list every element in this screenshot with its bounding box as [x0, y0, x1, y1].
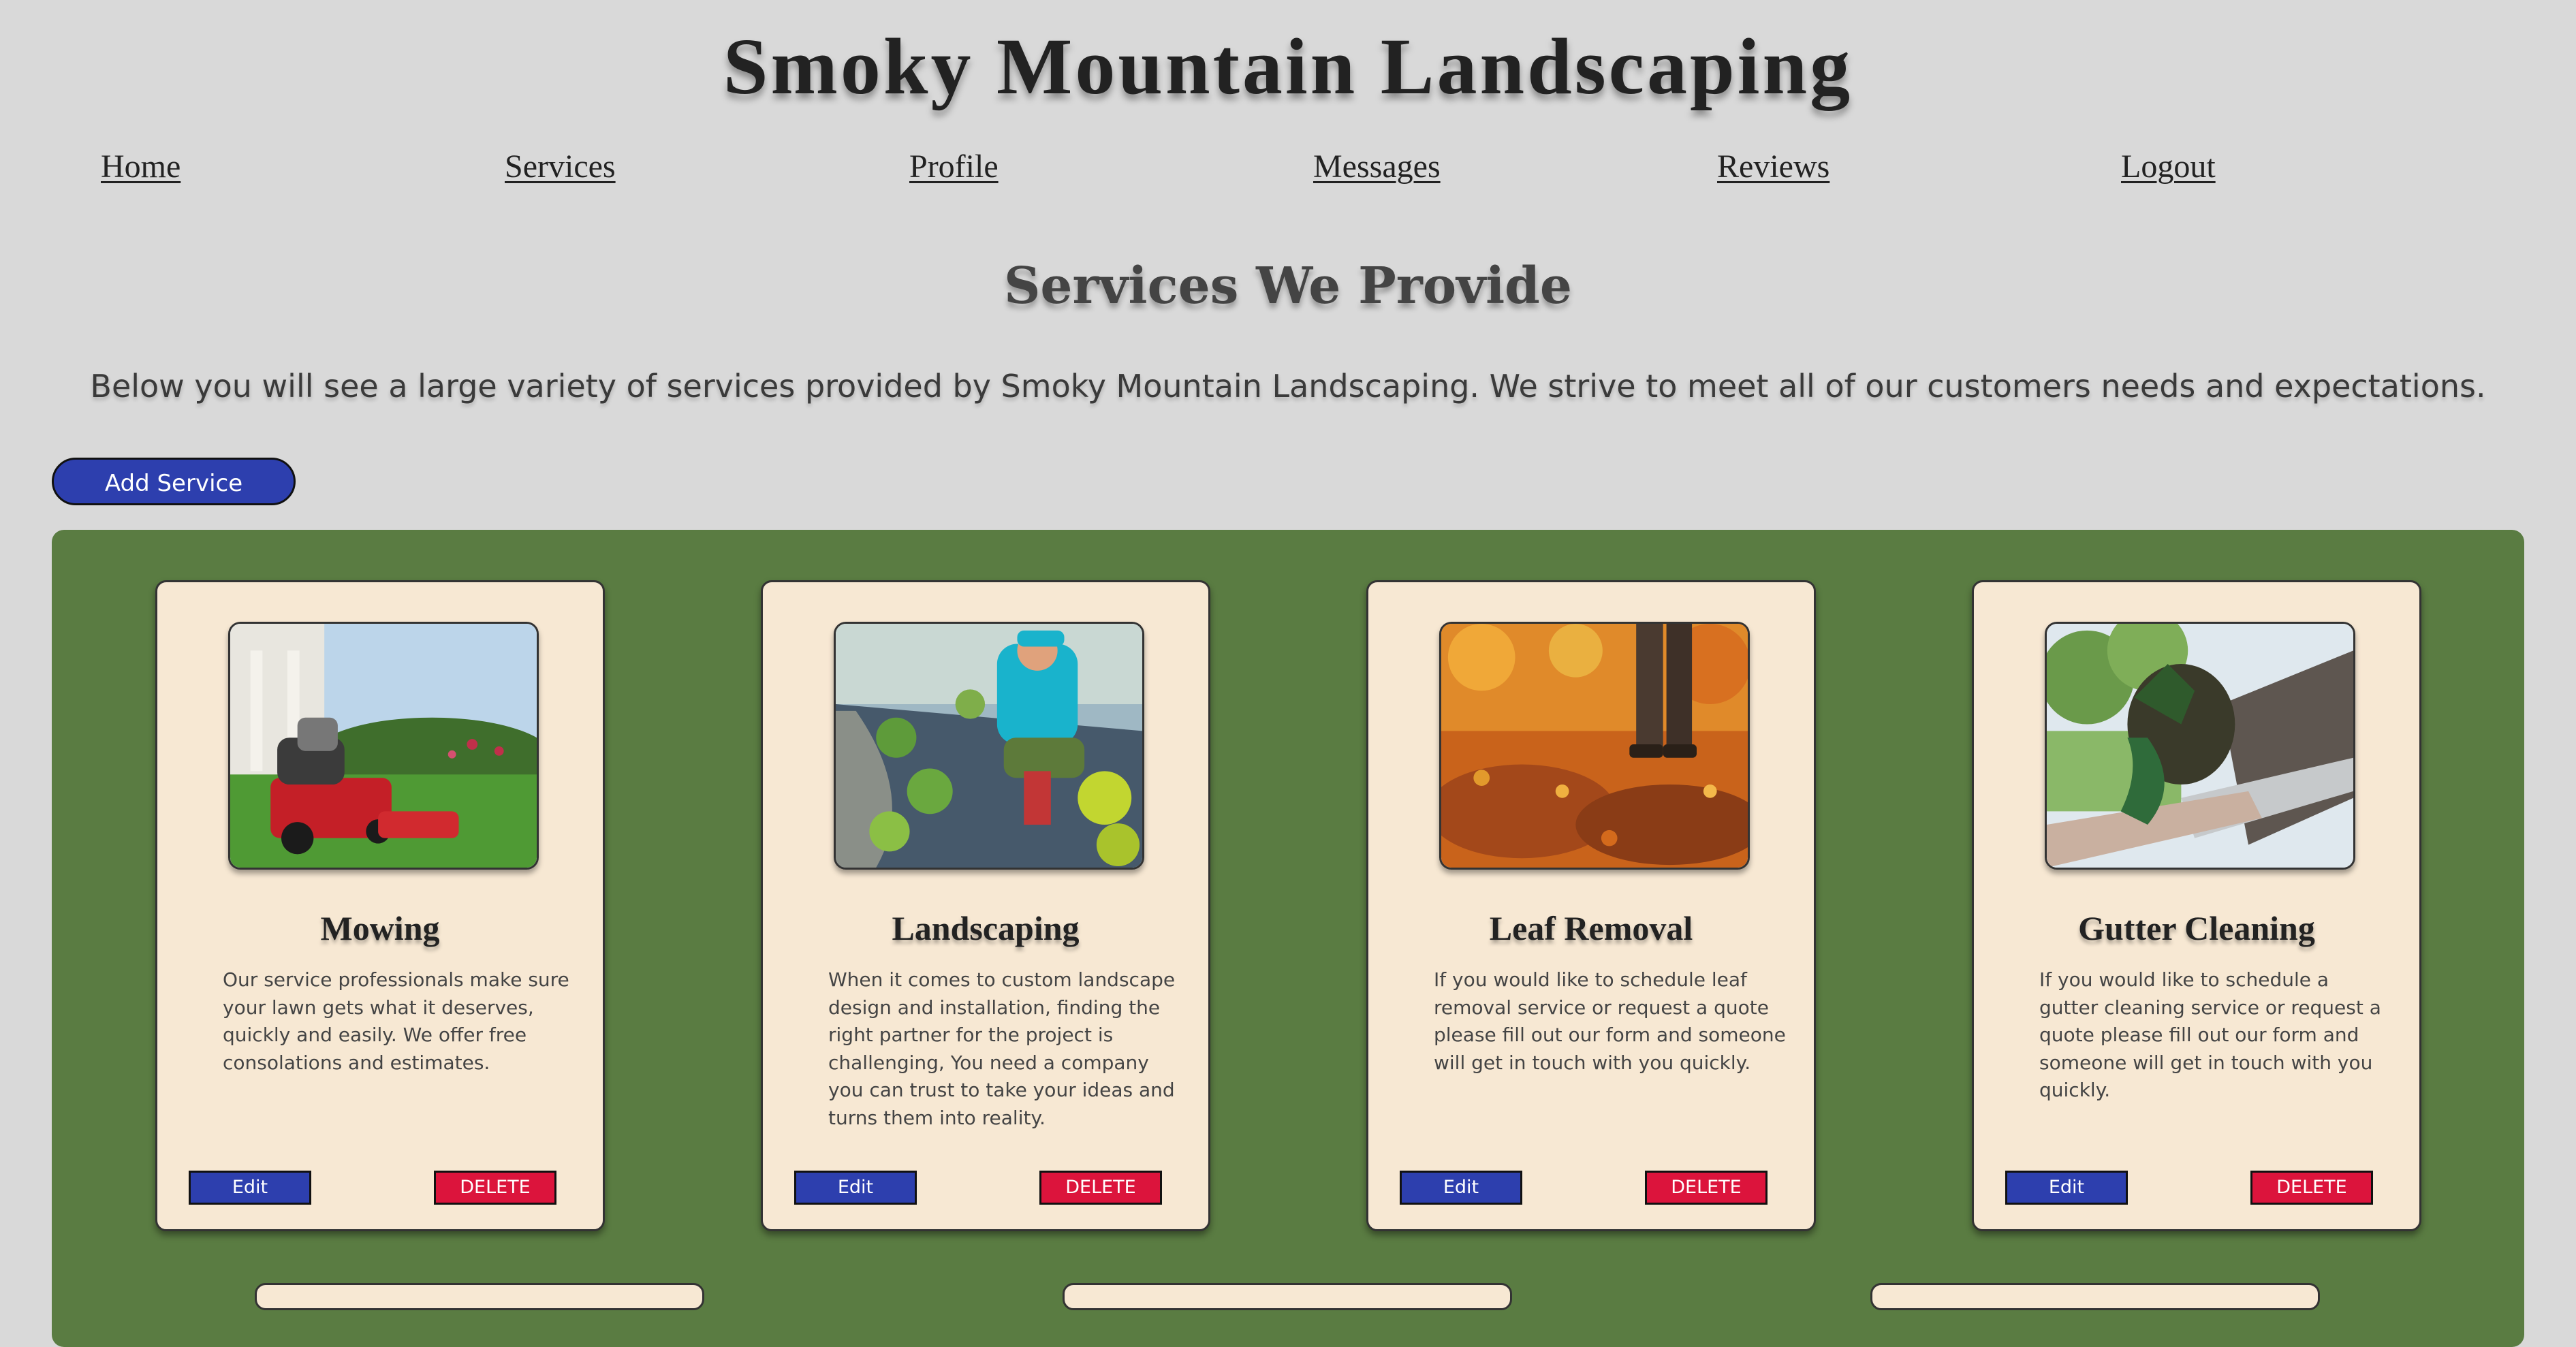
service-title: Gutter Cleaning	[2078, 909, 2315, 947]
service-description: If you would like to schedule a gutter c…	[2039, 968, 2381, 1101]
service-card-leaf-removal: Leaf Removal If you would like to schedu…	[1366, 580, 1816, 1231]
service-title: Landscaping	[892, 909, 1080, 947]
page-title: Services We Provide	[1003, 257, 1573, 315]
nav-messages[interactable]: Messages	[1313, 143, 1441, 191]
delete-button[interactable]: DELETE	[434, 1171, 556, 1205]
delete-button[interactable]: DELETE	[1039, 1171, 1162, 1205]
intro-text: Below you will see a large variety of se…	[90, 368, 2486, 405]
edit-button[interactable]: Edit	[1400, 1171, 1522, 1205]
edit-button[interactable]: Edit	[2005, 1171, 2128, 1205]
service-card-mowing: Mowing Our service professionals make su…	[155, 580, 605, 1231]
landscaping-image	[834, 622, 1144, 870]
leaf-removal-image	[1439, 622, 1750, 870]
edit-button[interactable]: Edit	[189, 1171, 311, 1205]
delete-button[interactable]: DELETE	[2250, 1171, 2373, 1205]
nav-home[interactable]: Home	[101, 143, 180, 191]
service-title: Leaf Removal	[1489, 909, 1693, 947]
delete-button[interactable]: DELETE	[1645, 1171, 1768, 1205]
nav-profile[interactable]: Profile	[909, 143, 999, 191]
nav-logout[interactable]: Logout	[2121, 143, 2216, 191]
service-description: When it comes to custom landscape design…	[828, 968, 1176, 1129]
edit-button[interactable]: Edit	[794, 1171, 917, 1205]
nav-services[interactable]: Services	[505, 143, 616, 191]
nav-reviews[interactable]: Reviews	[1717, 143, 1829, 191]
mowing-image	[228, 622, 539, 870]
service-title: Mowing	[320, 909, 440, 947]
add-service-button[interactable]: Add Service	[52, 458, 296, 505]
service-card-partial	[1870, 1283, 2320, 1310]
service-card-landscaping: Landscaping When it comes to custom land…	[761, 580, 1210, 1231]
service-card-partial	[255, 1283, 704, 1310]
main-nav: Home Services Profile Messages Reviews L…	[0, 143, 2576, 191]
service-card-gutter-cleaning: Gutter Cleaning If you would like to sch…	[1972, 580, 2421, 1231]
site-title: Smoky Mountain Landscaping	[723, 22, 1853, 111]
gutter-cleaning-image	[2045, 622, 2355, 870]
service-card-partial	[1063, 1283, 1512, 1310]
service-description: If you would like to schedule leaf remov…	[1434, 968, 1786, 1074]
service-description: Our service professionals make sure your…	[223, 968, 569, 1074]
